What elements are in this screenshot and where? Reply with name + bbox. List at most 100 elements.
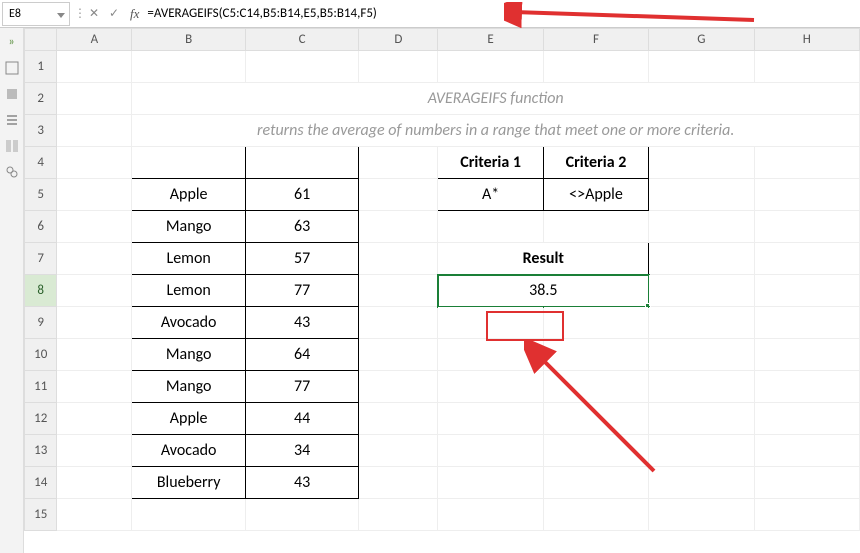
row-7[interactable]: 7 bbox=[25, 243, 57, 275]
tool-icon-5[interactable] bbox=[4, 164, 20, 180]
cell[interactable] bbox=[438, 339, 543, 371]
cell[interactable] bbox=[754, 275, 859, 307]
cell[interactable] bbox=[57, 435, 132, 467]
cell[interactable]: Mango bbox=[132, 371, 245, 403]
col-E[interactable]: E bbox=[438, 29, 543, 51]
cell[interactable]: 44 bbox=[245, 403, 358, 435]
formula-input[interactable]: =AVERAGEIFS(C5:C14,B5:B14,E5,B5:B14,F5) bbox=[145, 6, 860, 21]
cell[interactable] bbox=[57, 51, 132, 83]
col-H[interactable]: H bbox=[754, 29, 859, 51]
cell[interactable]: Avocado bbox=[132, 435, 245, 467]
select-all[interactable] bbox=[25, 29, 57, 51]
cell[interactable] bbox=[359, 371, 438, 403]
cell[interactable]: 43 bbox=[245, 307, 358, 339]
enter-icon[interactable]: ✓ bbox=[104, 6, 124, 21]
cell[interactable] bbox=[359, 307, 438, 339]
cell[interactable] bbox=[754, 211, 859, 243]
cell[interactable]: Apple bbox=[132, 403, 245, 435]
cell[interactable] bbox=[245, 51, 358, 83]
cell[interactable] bbox=[359, 211, 438, 243]
cell[interactable] bbox=[438, 307, 543, 339]
row-3[interactable]: 3 bbox=[25, 115, 57, 147]
cell[interactable] bbox=[359, 467, 438, 499]
cell[interactable] bbox=[359, 147, 438, 179]
cell[interactable] bbox=[57, 371, 132, 403]
cell[interactable]: 77 bbox=[245, 275, 358, 307]
cell[interactable] bbox=[649, 371, 754, 403]
cell[interactable] bbox=[57, 339, 132, 371]
row-15[interactable]: 15 bbox=[25, 499, 57, 531]
col-F[interactable]: F bbox=[543, 29, 648, 51]
cell[interactable] bbox=[359, 179, 438, 211]
cell[interactable] bbox=[543, 339, 648, 371]
cell[interactable] bbox=[754, 51, 859, 83]
cell[interactable]: Blueberry bbox=[132, 467, 245, 499]
col-G[interactable]: G bbox=[649, 29, 754, 51]
cell[interactable]: 34 bbox=[245, 435, 358, 467]
cell[interactable] bbox=[438, 499, 543, 531]
criteria2-value[interactable]: <>Apple bbox=[543, 179, 648, 211]
cell[interactable]: Mango bbox=[132, 211, 245, 243]
result-cell[interactable]: 38.5 bbox=[438, 275, 649, 307]
cell[interactable] bbox=[245, 499, 358, 531]
cell[interactable] bbox=[438, 371, 543, 403]
cancel-icon[interactable]: ✕ bbox=[84, 6, 104, 21]
cell[interactable] bbox=[543, 403, 648, 435]
cell[interactable] bbox=[649, 51, 754, 83]
criteria1-value[interactable]: A* bbox=[438, 179, 543, 211]
cell[interactable] bbox=[754, 467, 859, 499]
cell[interactable]: 64 bbox=[245, 339, 358, 371]
cell[interactable] bbox=[359, 51, 438, 83]
cell[interactable] bbox=[649, 499, 754, 531]
cell[interactable] bbox=[543, 51, 648, 83]
cell[interactable] bbox=[543, 499, 648, 531]
cell[interactable]: Lemon bbox=[132, 243, 245, 275]
cell[interactable]: 61 bbox=[245, 179, 358, 211]
cell[interactable]: Lemon bbox=[132, 275, 245, 307]
cell[interactable] bbox=[438, 435, 543, 467]
cell[interactable] bbox=[649, 467, 754, 499]
cell[interactable] bbox=[359, 275, 438, 307]
cell[interactable]: Apple bbox=[132, 179, 245, 211]
cell[interactable] bbox=[57, 211, 132, 243]
cell[interactable] bbox=[57, 179, 132, 211]
row-4[interactable]: 4 bbox=[25, 147, 57, 179]
cell[interactable] bbox=[57, 307, 132, 339]
tool-icon-2[interactable] bbox=[4, 86, 20, 102]
cell[interactable] bbox=[649, 211, 754, 243]
name-box[interactable]: E8 bbox=[2, 2, 70, 26]
cell[interactable] bbox=[438, 467, 543, 499]
cell[interactable] bbox=[754, 339, 859, 371]
cell[interactable] bbox=[543, 435, 648, 467]
fx-icon[interactable]: fx bbox=[130, 6, 139, 22]
cell[interactable] bbox=[438, 403, 543, 435]
cell[interactable] bbox=[359, 435, 438, 467]
cell[interactable] bbox=[649, 147, 754, 179]
row-8[interactable]: 8 bbox=[25, 275, 57, 307]
cell[interactable]: 77 bbox=[245, 371, 358, 403]
cell[interactable] bbox=[132, 51, 245, 83]
cell[interactable]: 63 bbox=[245, 211, 358, 243]
cell[interactable] bbox=[132, 499, 245, 531]
cell[interactable] bbox=[57, 83, 132, 115]
cell[interactable] bbox=[359, 243, 438, 275]
cell[interactable] bbox=[754, 371, 859, 403]
sales-header[interactable]: Sales bbox=[245, 147, 358, 179]
cell[interactable] bbox=[649, 435, 754, 467]
cell[interactable] bbox=[359, 403, 438, 435]
cell[interactable] bbox=[57, 243, 132, 275]
col-D[interactable]: D bbox=[359, 29, 438, 51]
cell[interactable] bbox=[754, 243, 859, 275]
cell[interactable] bbox=[754, 403, 859, 435]
tool-icon-1[interactable] bbox=[4, 60, 20, 76]
cell[interactable] bbox=[649, 243, 754, 275]
criteria1-header[interactable]: Criteria 1 bbox=[438, 147, 543, 179]
cell[interactable] bbox=[57, 275, 132, 307]
spreadsheet-grid[interactable]: A B C D E F G H 1 bbox=[24, 28, 860, 553]
cell[interactable] bbox=[57, 403, 132, 435]
cell[interactable] bbox=[649, 307, 754, 339]
cell[interactable] bbox=[649, 403, 754, 435]
cell[interactable] bbox=[57, 115, 132, 147]
tool-icon-3[interactable] bbox=[4, 112, 20, 128]
cell[interactable] bbox=[359, 339, 438, 371]
